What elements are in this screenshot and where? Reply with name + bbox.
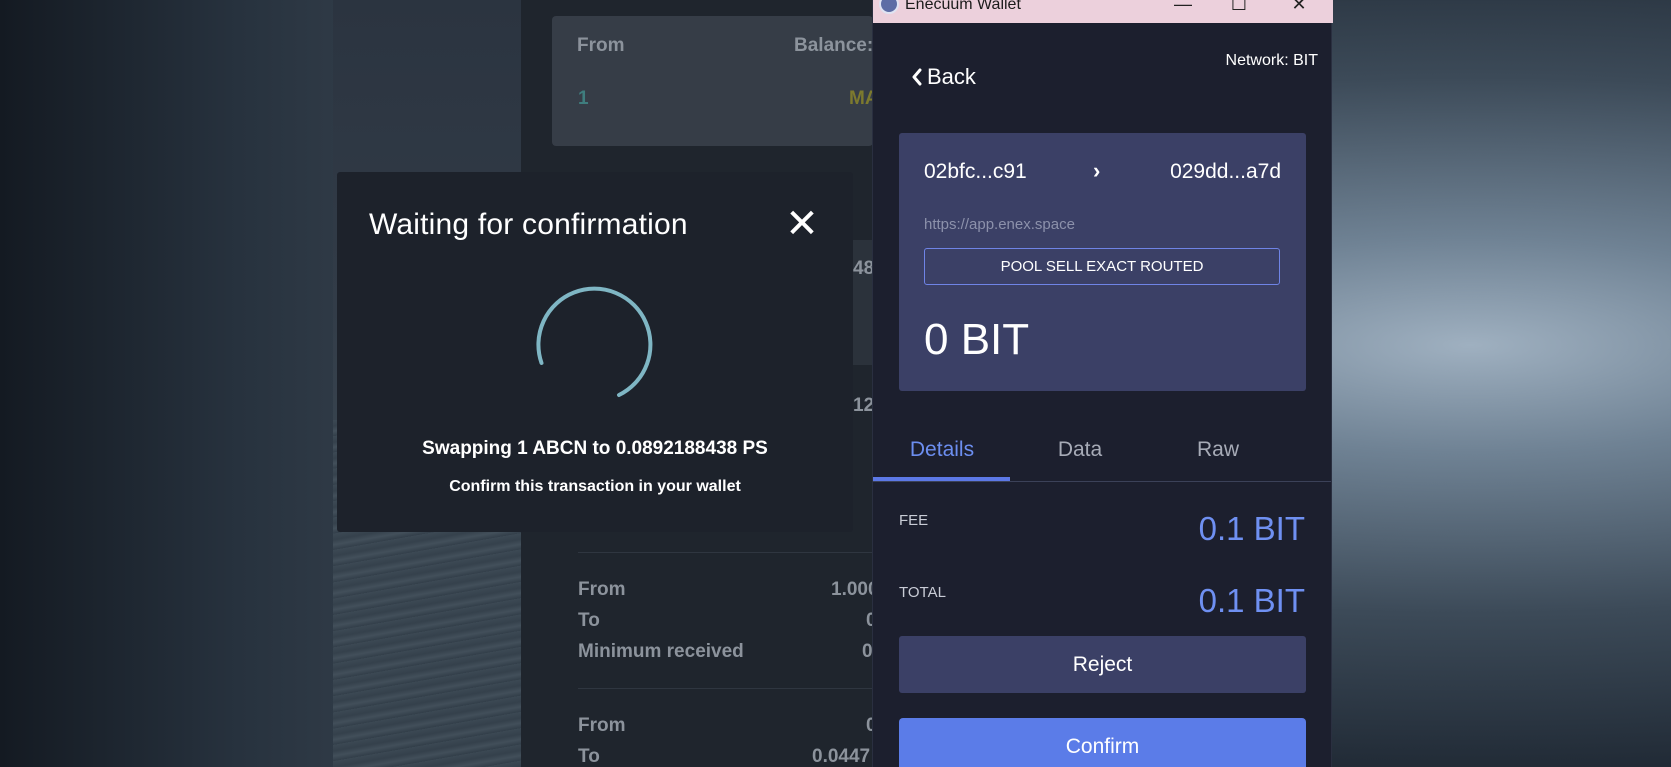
- app-logo-icon: [879, 0, 899, 14]
- tab-raw[interactable]: Raw: [1149, 438, 1287, 462]
- window-titlebar: Enecuum Wallet — ☐ ✕: [873, 0, 1333, 23]
- window-title: Enecuum Wallet: [905, 0, 1021, 13]
- origin-url: https://app.enex.space: [924, 216, 1075, 233]
- from-address: 02bfc...c91: [924, 160, 1027, 183]
- dapp-from-label: From: [577, 35, 625, 56]
- modal-title: Waiting for confirmation: [369, 208, 688, 241]
- chevron-left-icon: [912, 68, 922, 86]
- dapp-mid-value-1: 48: [853, 258, 875, 279]
- maximize-icon[interactable]: ☐: [1219, 0, 1259, 18]
- back-label: Back: [927, 64, 976, 89]
- close-icon[interactable]: ✕: [785, 204, 819, 244]
- dapp-summary-min-label: Minimum received: [578, 641, 744, 662]
- minimize-icon[interactable]: —: [1163, 0, 1203, 18]
- dapp-summary2-from-label: From: [578, 715, 626, 736]
- dapp-summary-from-label: From: [578, 579, 626, 600]
- dapp-balance-label: Balance:: [794, 35, 874, 56]
- window-close-icon[interactable]: ✕: [1279, 0, 1319, 18]
- fee-value: 0.1 BIT: [1198, 510, 1305, 547]
- method-badge: POOL SELL EXACT ROUTED: [924, 248, 1280, 285]
- confirm-hint-text: Confirm this transaction in your wallet: [449, 478, 741, 495]
- tab-data[interactable]: Data: [1011, 438, 1149, 462]
- wallet-window: Enecuum Wallet — ☐ ✕ Back Network: BIT 0…: [872, 0, 1333, 767]
- dapp-mid-value-2: 12: [853, 395, 875, 416]
- loading-spinner-icon: [536, 286, 653, 397]
- dapp-summary-min-value: 0: [862, 641, 873, 662]
- dapp-summary-to-label: To: [578, 610, 600, 631]
- confirm-button[interactable]: Confirm: [899, 718, 1306, 767]
- background-left: [0, 0, 340, 767]
- active-tab-indicator: [873, 477, 1010, 481]
- dapp-divider: [578, 552, 873, 553]
- swap-summary-text: Swapping 1 ABCN to 0.0892188438 PS: [422, 438, 768, 459]
- dapp-summary2-to-value: 0.0447: [812, 746, 871, 767]
- reject-button[interactable]: Reject: [899, 636, 1306, 693]
- transaction-amount: 0 BIT: [924, 315, 1030, 364]
- dapp-summary2-to-label: To: [578, 746, 600, 767]
- to-address: 029dd...a7d: [1170, 160, 1281, 183]
- detail-tabs: Details Data Raw: [873, 428, 1331, 482]
- arrow-right-icon: ›: [1093, 158, 1101, 183]
- total-value: 0.1 BIT: [1198, 582, 1305, 619]
- total-label: TOTAL: [899, 584, 946, 601]
- back-button[interactable]: Back: [911, 64, 976, 90]
- dapp-from-amount: 1: [578, 88, 589, 109]
- fee-label: FEE: [899, 512, 929, 529]
- network-indicator: Network: BIT: [1225, 52, 1318, 69]
- waiting-confirmation-modal: Waiting for confirmation ✕ Swapping 1 AB…: [337, 172, 853, 532]
- dapp-divider: [578, 688, 873, 689]
- tab-details[interactable]: Details: [873, 438, 1011, 462]
- transaction-card: 02bfc...c91 › 029dd...a7d https://app.en…: [899, 133, 1306, 391]
